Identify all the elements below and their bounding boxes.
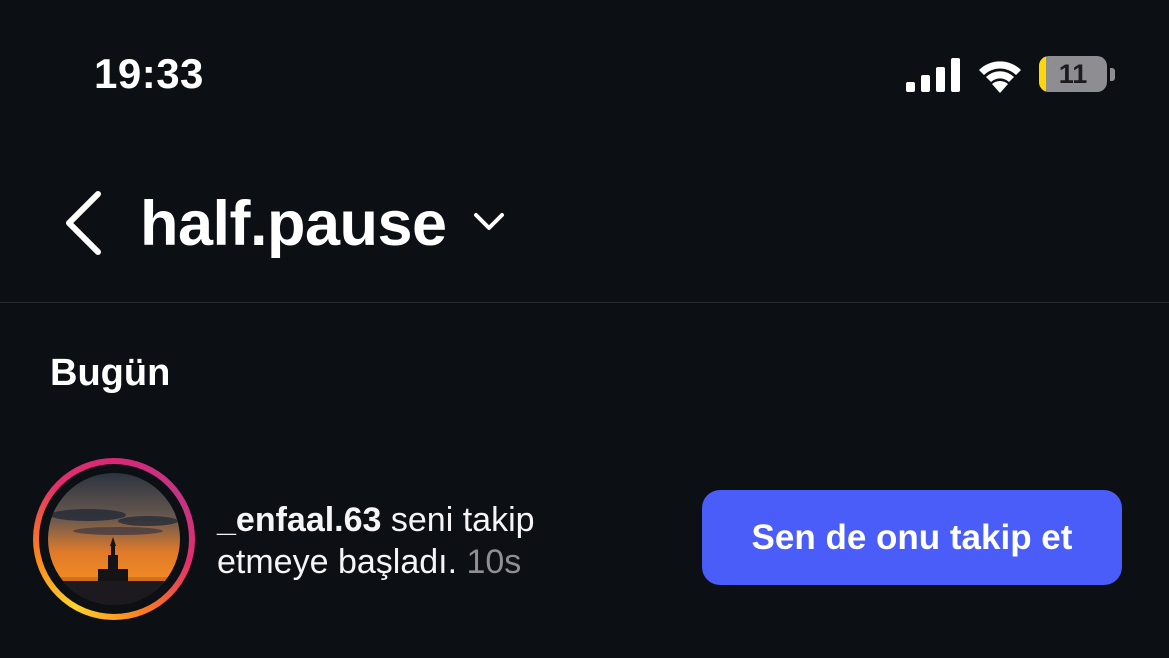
- signal-icon: [906, 58, 960, 92]
- avatar[interactable]: [48, 473, 180, 605]
- account-title[interactable]: half.pause: [140, 188, 447, 260]
- story-ring[interactable]: [33, 458, 195, 620]
- header: half.pause: [0, 160, 1169, 303]
- battery-cap: [1110, 68, 1115, 81]
- section-title-today: Bugün: [50, 352, 171, 394]
- avatar-sunset-image: [48, 473, 180, 605]
- status-bar: 19:33 11: [0, 0, 1169, 150]
- notification-time: 10s: [466, 543, 522, 581]
- header-divider: [0, 302, 1169, 303]
- chevron-down-icon[interactable]: [472, 210, 506, 234]
- notification-item[interactable]: _enfaal.63 seni takip etmeye başladı. 10…: [0, 455, 1169, 625]
- status-time: 19:33: [94, 50, 204, 97]
- wifi-icon: [979, 61, 1021, 93]
- follow-back-button[interactable]: Sen de onu takip et: [702, 490, 1122, 585]
- notification-text: _enfaal.63 seni takip etmeye başladı. 10…: [217, 499, 637, 583]
- battery-icon: 11: [1039, 56, 1107, 92]
- back-icon[interactable]: [62, 190, 104, 256]
- battery-level: 11: [1058, 58, 1088, 89]
- activity-screen: 19:33 11 half.pause Bugün _enfaal.63 sen…: [0, 0, 1169, 658]
- notification-username[interactable]: _enfaal.63: [217, 501, 381, 539]
